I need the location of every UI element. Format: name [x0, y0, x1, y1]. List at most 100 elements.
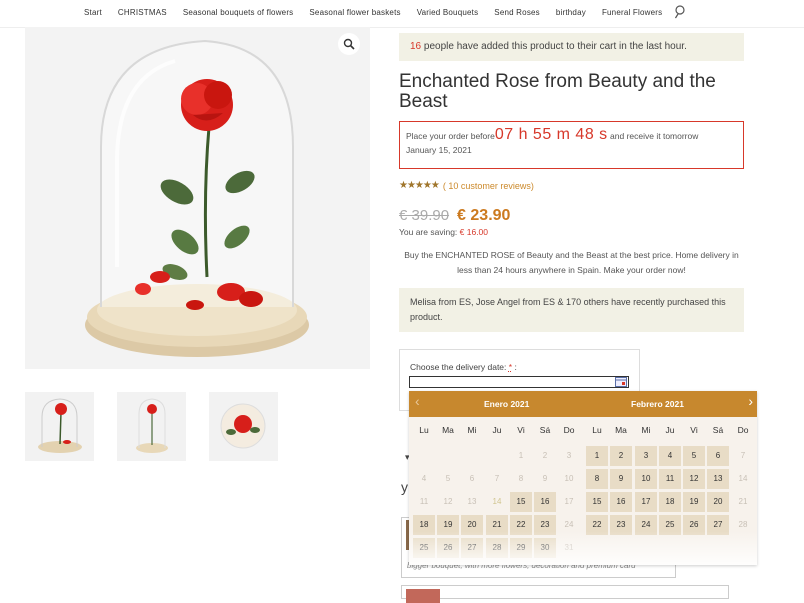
countdown-suffix: and receive it tomorrow: [607, 131, 699, 141]
calendar-day: 13: [467, 497, 477, 506]
magnifier-icon: [343, 38, 355, 50]
nav-item-christmas[interactable]: CHRISTMAS: [118, 8, 167, 17]
label-colon: :: [514, 362, 517, 372]
product-thumbnail-2[interactable]: [117, 392, 186, 461]
product-description: Buy the ENCHANTED ROSE of Beauty and the…: [404, 250, 739, 275]
calendar-day: 9: [542, 474, 548, 483]
nav-item-seasonal-baskets[interactable]: Seasonal flower baskets: [309, 8, 400, 17]
option-card-2[interactable]: [401, 585, 729, 603]
nav-item-seasonal-bouquets[interactable]: Seasonal bouquets of flowers: [183, 8, 294, 17]
calendar-day[interactable]: 16: [534, 492, 556, 512]
calendar-day[interactable]: 9: [610, 469, 632, 489]
calendar-day[interactable]: 12: [683, 469, 705, 489]
partial-heading: y: [401, 479, 408, 495]
calendar-day: 1: [518, 451, 524, 460]
calendar-day[interactable]: 1: [586, 446, 608, 466]
calendar-day: 21: [738, 497, 748, 506]
calendar-day[interactable]: 4: [659, 446, 681, 466]
delivery-countdown: Place your order before07 h 55 m 48 s an…: [399, 121, 744, 169]
calendar-day[interactable]: 11: [659, 469, 681, 489]
calendar-day[interactable]: 15: [510, 492, 532, 512]
calendar-day[interactable]: 16: [610, 492, 632, 512]
calendar-day: 6: [469, 474, 475, 483]
thumbnail-image: [38, 398, 82, 453]
month-title-2: Febrero 2021: [631, 399, 684, 409]
calendar-day[interactable]: 18: [659, 492, 681, 512]
nav-item-varied-bouquets[interactable]: Varied Bouquets: [417, 8, 479, 17]
review-link[interactable]: ( 10 customer reviews): [443, 181, 534, 191]
weekday-label: Ma: [442, 425, 454, 435]
weekday-label: Lu: [592, 425, 602, 435]
calendar-day[interactable]: 20: [707, 492, 729, 512]
nav-item-funeral-flowers[interactable]: Funeral Flowers: [602, 8, 662, 17]
rose-glass-dome-image: [85, 39, 309, 357]
product-main-image[interactable]: [25, 27, 370, 369]
option-image-2: [406, 589, 440, 603]
calendar-day: 4: [421, 474, 427, 483]
cart-notice-text: people have added this product to their …: [421, 41, 687, 52]
calendar-day: 11: [419, 497, 429, 506]
product-title: Enchanted Rose from Beauty and the Beast: [399, 71, 716, 112]
star-rating-icon: ★★★★★: [399, 180, 440, 191]
calendar-icon[interactable]: [615, 377, 627, 387]
saving-amount: € 16.00: [459, 227, 489, 237]
calendar-day: 17: [564, 497, 574, 506]
search-icon[interactable]: [675, 5, 687, 19]
required-marker: *: [508, 362, 513, 372]
weekday-label: Sá: [539, 425, 551, 435]
saving-label: You are saving:: [399, 227, 460, 237]
cart-activity-notice: 16 people have added this product to the…: [399, 33, 744, 61]
nav-item-birthday[interactable]: birthday: [556, 8, 586, 17]
product-thumbnail-1[interactable]: [25, 392, 94, 461]
calendar-day: 10: [564, 474, 574, 483]
thumbnail-image: [136, 398, 168, 453]
calendar-day[interactable]: 3: [635, 446, 657, 466]
product-rating: ★★★★★ ( 10 customer reviews): [399, 180, 534, 191]
price-block: € 39.90 € 23.90: [399, 207, 510, 225]
recent-purchase-notice: Melisa from ES, Jose Angel from ES & 170…: [399, 288, 744, 332]
thumbnail-image: [220, 403, 266, 449]
weekday-label: Ju: [492, 425, 502, 435]
countdown-prefix: Place your order before: [406, 131, 495, 141]
delivery-date-label: Choose the delivery date: * :: [410, 362, 517, 372]
weekday-label: Mi: [467, 425, 477, 435]
delivery-label-text: Choose the delivery date:: [410, 362, 507, 372]
weekday-label: Vi: [517, 425, 525, 435]
calendar-day: 7: [494, 474, 500, 483]
calendar-day[interactable]: 19: [683, 492, 705, 512]
calendar-day: 8: [518, 474, 524, 483]
weekday-label: Ma: [615, 425, 627, 435]
next-month-icon[interactable]: ›: [748, 393, 753, 409]
weekday-label: Mi: [641, 425, 651, 435]
countdown-date: January 15, 2021: [406, 145, 472, 155]
calendar-day: 2: [542, 451, 548, 460]
calendar-day: 3: [566, 451, 572, 460]
top-navigation: Start CHRISTMAS Seasonal bouquets of flo…: [0, 0, 804, 28]
saving-info: You are saving: € 16.00: [399, 227, 488, 237]
calendar-day: 12: [443, 497, 453, 506]
month-title-1: Enero 2021: [484, 399, 530, 409]
zoom-button[interactable]: [338, 33, 360, 55]
nav-item-send-roses[interactable]: Send Roses: [494, 8, 540, 17]
nav-menu: Start CHRISTMAS Seasonal bouquets of flo…: [84, 8, 678, 17]
calendar-day: 7: [740, 451, 746, 460]
prev-month-icon[interactable]: ‹: [415, 393, 420, 409]
datepicker-popup: ‹ Enero 2021 Febrero 2021 › Lu Ma Mi Ju Vi Sá…: [409, 391, 757, 565]
product-thumbnail-3[interactable]: [209, 392, 278, 461]
old-price: € 39.90: [399, 207, 450, 224]
calendar-day[interactable]: 17: [635, 492, 657, 512]
calendar-day[interactable]: 6: [707, 446, 729, 466]
calendar-day[interactable]: 15: [586, 492, 608, 512]
calendar-day[interactable]: 2: [610, 446, 632, 466]
calendar-day[interactable]: 8: [586, 469, 608, 489]
delivery-date-input[interactable]: [409, 376, 629, 388]
new-price: € 23.90: [457, 207, 511, 224]
calendar-day[interactable]: 13: [707, 469, 729, 489]
calendar-day[interactable]: 10: [635, 469, 657, 489]
countdown-timer: 07 h 55 m 48 s: [494, 126, 608, 143]
calendar-day[interactable]: 5: [683, 446, 705, 466]
cart-count: 16: [410, 41, 422, 52]
nav-item-start[interactable]: Start: [84, 8, 102, 17]
weekday-label: Sá: [712, 425, 724, 435]
weekday-label: Do: [737, 425, 749, 435]
